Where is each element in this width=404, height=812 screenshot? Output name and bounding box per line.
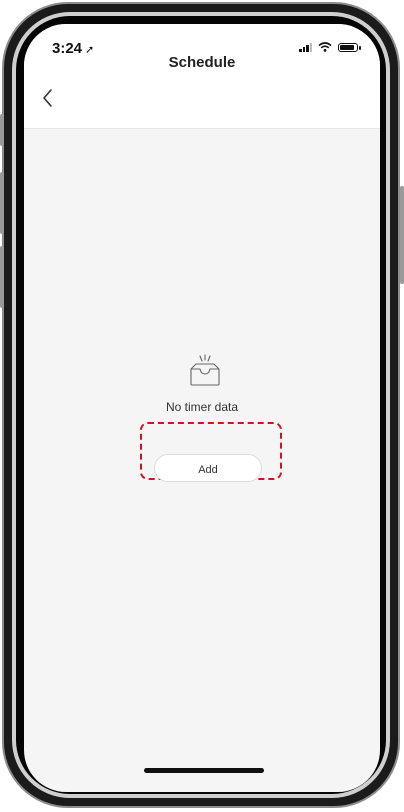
empty-inbox-icon <box>190 354 220 386</box>
volume-up-button <box>0 172 4 234</box>
home-indicator[interactable] <box>144 768 264 773</box>
app-screen: 3:24 ➚ Schedule No timer data Add <box>24 24 380 792</box>
add-button[interactable]: Add <box>154 454 262 482</box>
power-button <box>400 186 404 284</box>
battery-icon <box>338 42 361 52</box>
empty-state-message: No timer data <box>165 400 239 414</box>
navigation-bar <box>24 72 380 129</box>
volume-down-button <box>0 246 4 308</box>
signal-icon <box>299 42 312 52</box>
mute-switch <box>0 114 4 146</box>
page-title: Schedule <box>168 54 236 71</box>
chevron-left-icon[interactable] <box>36 86 60 110</box>
status-icons <box>299 42 361 52</box>
wifi-icon <box>318 42 332 52</box>
